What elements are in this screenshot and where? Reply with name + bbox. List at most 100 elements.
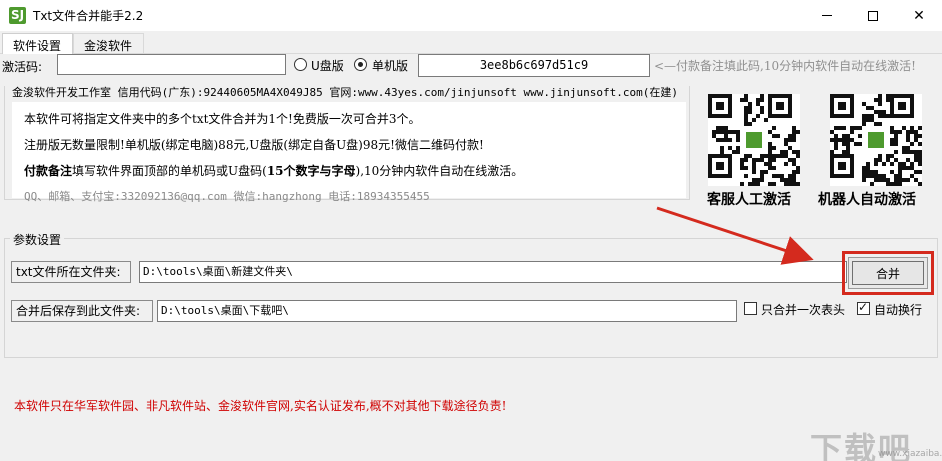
usb-edition-label[interactable]: U盘版: [311, 57, 344, 74]
param-legend: 参数设置: [10, 231, 65, 248]
qr-module: [834, 146, 838, 150]
qr-module: [752, 118, 756, 122]
qr-module: [764, 118, 768, 122]
qr-module: [870, 182, 874, 186]
info-mid: 填写软件界面顶部的单机码或U盘码(: [72, 164, 267, 178]
qr-module: [882, 162, 886, 166]
qr-module: [748, 122, 752, 126]
qr-module: [890, 162, 894, 166]
qr-module: [772, 146, 776, 150]
qr-module: [744, 158, 748, 162]
close-button[interactable]: ✕: [896, 0, 942, 31]
info-legend: 金浚软件开发工作室 信用代码(广东):92440605MA4X049J85 官网…: [10, 84, 680, 100]
qr-finder: [890, 94, 914, 118]
qr-module: [796, 130, 800, 134]
output-folder-label[interactable]: 合并后保存到此文件夹:: [11, 300, 153, 322]
minimize-button[interactable]: [804, 0, 850, 31]
qr-code-icon: [830, 94, 922, 186]
source-folder-input[interactable]: D:\tools\桌面\新建文件夹\: [139, 261, 847, 283]
standalone-edition-radio[interactable]: [354, 58, 367, 71]
qr-caption-auto: 机器人自动激活: [818, 192, 916, 208]
app-icon: SJ: [9, 7, 26, 24]
merge-header-once-label[interactable]: 只合并一次表头: [761, 301, 845, 318]
qr-module: [764, 170, 768, 174]
qr-module: [894, 150, 898, 154]
machine-code-field[interactable]: 3ee8b6c697d51c9: [418, 54, 650, 77]
source-folder-label[interactable]: txt文件所在文件夹:: [11, 261, 131, 283]
auto-wrap-checkbox[interactable]: [857, 300, 870, 315]
qr-module: [850, 130, 854, 134]
info-line-2: 注册版无数量限制!单机版(绑定电脑)88元,U盘版(绑定自备U盘)98元!微信二…: [24, 138, 484, 152]
qr-module: [918, 126, 922, 130]
qr-module: [898, 182, 902, 186]
standalone-edition-label[interactable]: 单机版: [372, 57, 408, 74]
qr-module: [752, 170, 756, 174]
qr-finder: [708, 94, 732, 118]
qr-module: [760, 178, 764, 182]
qr-module: [760, 110, 764, 114]
window-title: Txt文件合并能手2.2: [33, 9, 144, 23]
watermark-url: www.xiazaiba.com: [878, 449, 942, 459]
maximize-button[interactable]: [850, 0, 896, 31]
tab-jinjun-software[interactable]: 金浚软件: [73, 33, 144, 53]
qr-code-icon: [708, 94, 800, 186]
qr-module: [748, 110, 752, 114]
qr-module: [862, 122, 866, 126]
qr-module: [760, 98, 764, 102]
tab-software-settings[interactable]: 软件设置: [2, 33, 73, 54]
qr-module: [792, 138, 796, 142]
merge-header-once-checkbox[interactable]: [744, 302, 757, 315]
qr-module: [918, 134, 922, 138]
qr-module: [776, 134, 780, 138]
info-bold-1: 付款备注: [24, 164, 73, 178]
minimize-icon: [822, 15, 832, 16]
info-line-1: 本软件可将指定文件夹中的多个txt文件合并为1个!免费版一次可合并3个。: [24, 112, 421, 126]
qr-module: [728, 138, 732, 142]
title-bar: SJ Txt文件合并能手2.2 ✕: [0, 0, 942, 31]
qr-module: [772, 166, 776, 170]
activation-code-label: 激活码:: [2, 60, 43, 74]
qr-module: [744, 174, 748, 178]
qr-module: [878, 102, 882, 106]
qr-module: [796, 170, 800, 174]
qr-module: [842, 126, 846, 130]
info-end: ),10分钟内软件自动在线激活。: [355, 164, 524, 178]
client-area: 软件设置 金浚软件 激活码: U盘版 单机版 3ee8b6c697d51c9 <…: [0, 31, 942, 461]
qr-module: [772, 126, 776, 130]
qr-finder: [830, 94, 854, 118]
info-box: 本软件可将指定文件夹中的多个txt文件合并为1个!免费版一次可合并3个。 注册版…: [12, 102, 686, 203]
qr-module: [918, 142, 922, 146]
qr-module: [740, 182, 744, 186]
param-group: [4, 238, 938, 358]
qr-finder: [768, 94, 792, 118]
qr-caption-manual: 客服人工激活: [707, 192, 791, 208]
maximize-icon: [868, 10, 878, 21]
qr-module: [736, 150, 740, 154]
payment-notice: <—付款备注填此码,10分钟内软件自动在线激活!: [654, 59, 916, 73]
qr-module: [796, 182, 800, 186]
qr-module: [744, 166, 748, 170]
usb-edition-radio[interactable]: [294, 58, 307, 71]
info-contact-line: QQ、邮箱、支付宝:332092136@qq.com 微信:hangzhong …: [24, 190, 430, 203]
disclaimer: 本软件只在华军软件园、非凡软件站、金浚软件官网,实名认证发布,概不对其他下载途径…: [14, 399, 507, 413]
qr-finder: [830, 154, 854, 178]
qr-module: [894, 142, 898, 146]
qr-module: [878, 122, 882, 126]
activation-code-input[interactable]: [57, 54, 286, 75]
qr-module: [772, 182, 776, 186]
qr-module: [906, 178, 910, 182]
qr-module: [736, 138, 740, 142]
auto-wrap-label[interactable]: 自动换行: [874, 301, 922, 318]
highlight-box: [842, 251, 934, 295]
qr-module: [858, 126, 862, 130]
qr-module: [918, 170, 922, 174]
qr-module: [898, 130, 902, 134]
qr-module: [862, 178, 866, 182]
qr-module: [772, 158, 776, 162]
qr-module: [918, 182, 922, 186]
qr-module: [796, 154, 800, 158]
qr-module: [756, 114, 760, 118]
settings-page: 激活码: U盘版 单机版 3ee8b6c697d51c9 <—付款备注填此码,1…: [0, 53, 942, 461]
qr-logo: [866, 130, 886, 150]
output-folder-input[interactable]: D:\tools\桌面\下载吧\: [157, 300, 737, 322]
